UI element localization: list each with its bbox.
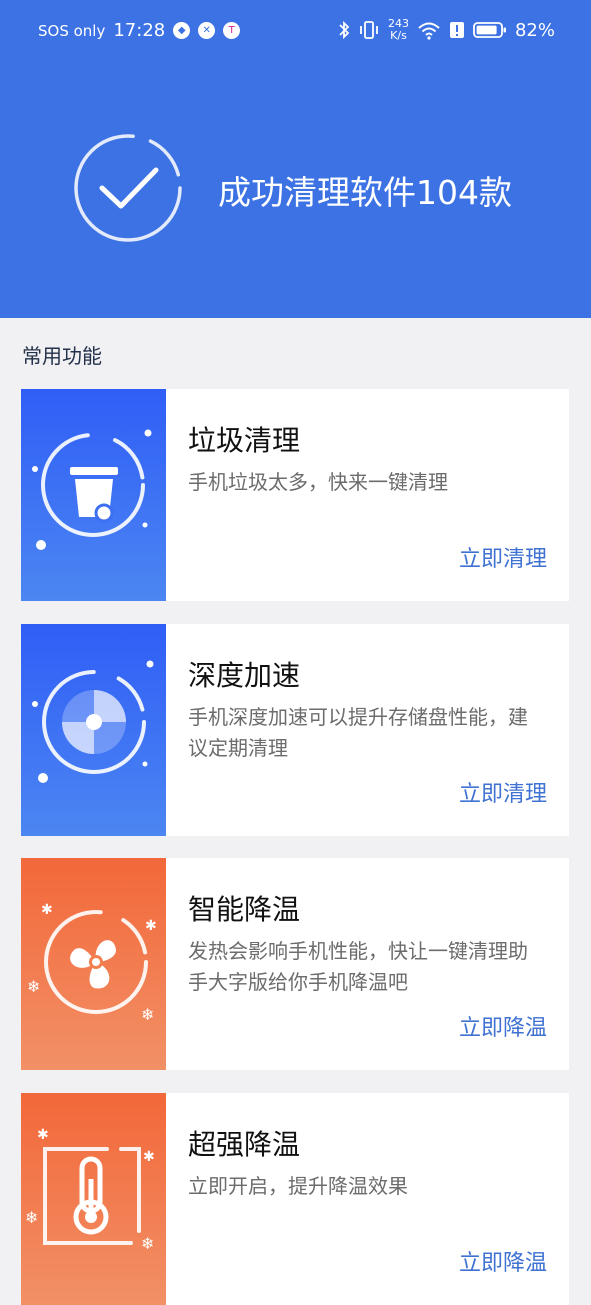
fan-icon: ✱ ✱ ❄ ❄ [27, 902, 157, 1024]
card-deep-speed[interactable]: 深度加速 手机深度加速可以提升存储盘性能，建议定期清理 立即清理 [21, 624, 569, 836]
battery-percent: 82% [514, 19, 555, 41]
card-art-cooling: ✱ ✱ ❄ ❄ [21, 858, 166, 1070]
card-art-junk [21, 389, 166, 601]
thermometer-icon: ✱ ✱ ❄ ❄ [25, 1127, 155, 1253]
alert-icon [449, 22, 464, 38]
close-badge-icon: ✕ [198, 22, 216, 39]
svg-text:✱: ✱ [145, 918, 157, 934]
svg-text:✱: ✱ [143, 1149, 155, 1165]
card-description: 立即开启，提升降温效果 [188, 1174, 408, 1198]
trash-icon [32, 429, 152, 550]
svg-text:❄: ❄ [25, 1208, 38, 1227]
status-right: 243 K/s 82% [338, 18, 555, 42]
card-smart-cooling[interactable]: ✱ ✱ ❄ ❄ 智能降温 发热会影响手机性能，快让一键清理助手大字版给你手机降温… [21, 858, 569, 1070]
result-header: SOS only 17:28 ◆ ✕ T 243 K/s 82% 成功清理软件1… [0, 0, 591, 318]
card-title: 垃圾清理 [188, 424, 301, 457]
card-art-super-cooling: ✱ ✱ ❄ ❄ [21, 1093, 166, 1305]
clean-now-button[interactable]: 立即清理 [459, 541, 547, 573]
status-bar: SOS only 17:28 ◆ ✕ T 243 K/s 82% [0, 0, 591, 66]
speed-disc-icon [32, 660, 154, 783]
clean-now-button[interactable]: 立即清理 [459, 776, 547, 808]
card-title: 深度加速 [188, 659, 301, 692]
clock: 17:28 [113, 20, 166, 41]
svg-text:✱: ✱ [41, 902, 53, 918]
battery-icon [473, 22, 506, 38]
svg-text:❄: ❄ [27, 977, 40, 996]
svg-text:❄: ❄ [141, 1005, 154, 1024]
cool-now-button[interactable]: 立即降温 [459, 1245, 547, 1277]
cool-now-button[interactable]: 立即降温 [459, 1010, 547, 1042]
shield-icon: ◆ [173, 22, 191, 39]
net-speed: 243 K/s [388, 18, 409, 42]
card-description: 手机深度加速可以提升存储盘性能，建议定期清理 [188, 705, 528, 760]
result-title: 成功清理软件104款 [218, 173, 512, 212]
card-title: 超强降温 [188, 1128, 301, 1161]
card-description: 发热会影响手机性能，快让一键清理助手大字版给你手机降温吧 [188, 939, 528, 994]
card-art-speed [21, 624, 166, 836]
bluetooth-icon [339, 20, 350, 40]
svg-text:✱: ✱ [37, 1127, 49, 1143]
vibrate-icon [360, 21, 378, 39]
card-super-cooling[interactable]: ✱ ✱ ❄ ❄ 超强降温 立即开启，提升降温效果 立即降温 [21, 1093, 569, 1305]
wifi-icon [418, 22, 440, 40]
status-left: SOS only 17:28 ◆ ✕ T [38, 20, 241, 41]
card-title: 智能降温 [188, 893, 301, 926]
card-junk-clean[interactable]: 垃圾清理 手机垃圾太多，快来一键清理 立即清理 [21, 389, 569, 601]
net-speed-unit: K/s [390, 29, 407, 42]
section-title: 常用功能 [22, 344, 102, 368]
check-circle-icon [74, 134, 182, 242]
app-t-icon: T [223, 22, 241, 39]
card-description: 手机垃圾太多，快来一键清理 [188, 470, 448, 494]
carrier-text: SOS only [38, 21, 106, 40]
svg-text:❄: ❄ [141, 1234, 154, 1253]
